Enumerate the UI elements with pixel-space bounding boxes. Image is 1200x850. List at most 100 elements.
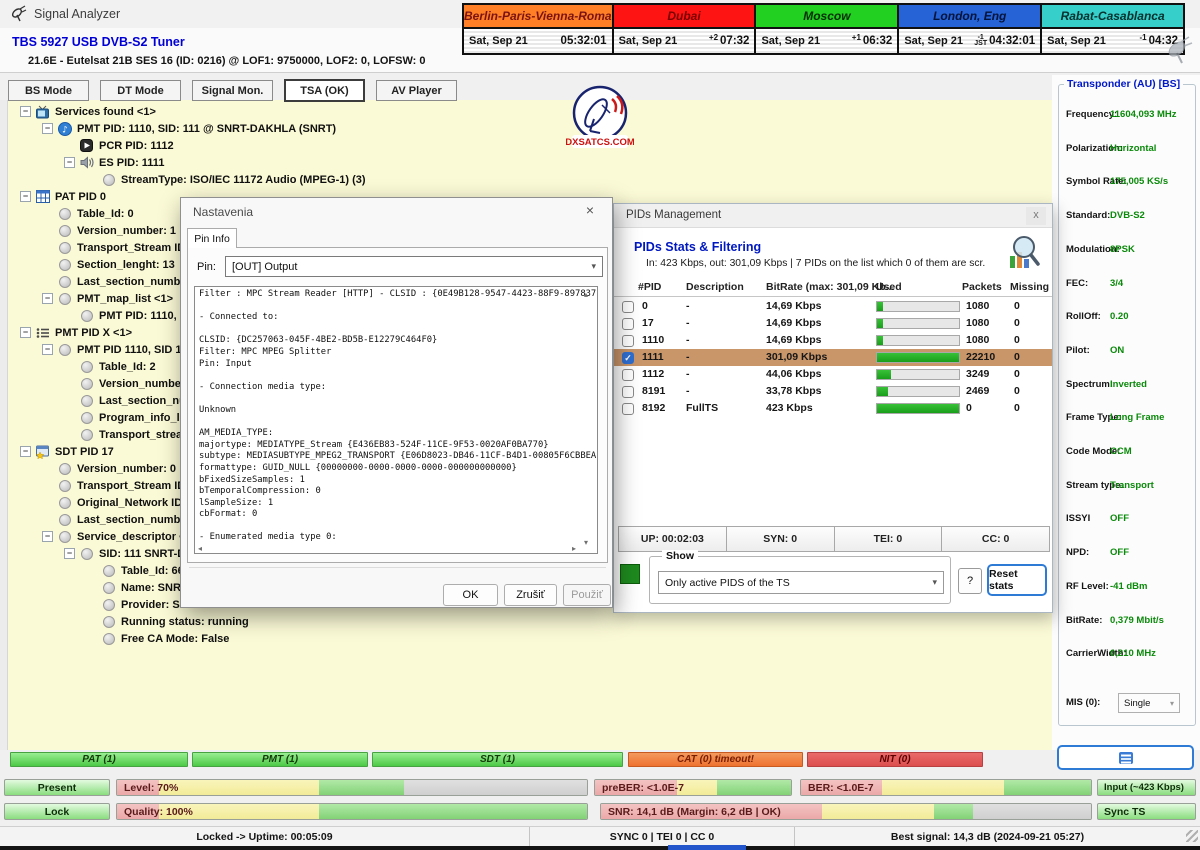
level-label: Level: 70% [124, 782, 178, 794]
left-splitter[interactable] [0, 100, 8, 750]
pid-row[interactable]: 17-14,69 Kbps10800 [614, 315, 1052, 332]
status-sync-counters: SYNC 0 | TEI 0 | CC 0 [530, 827, 795, 846]
tree-item-label: Table_Id: 66 [121, 565, 184, 577]
pid-checkbox[interactable] [622, 318, 634, 330]
tree-item-label: Services found <1> [55, 106, 156, 118]
collapse-icon[interactable]: − [42, 531, 53, 542]
transponder-label: BitRate: [1066, 615, 1102, 626]
transponder-row: Modulation:8PSK [1066, 244, 1190, 258]
chevron-down-icon: ▾ [591, 261, 596, 272]
pids-column-header[interactable]: Packets [962, 281, 1002, 293]
pid-row[interactable]: 1110-14,69 Kbps10800 [614, 332, 1052, 349]
tree-item[interactable]: PCR PID: 1112 [10, 137, 610, 154]
collapse-icon[interactable]: − [20, 327, 31, 338]
collapse-icon[interactable]: − [20, 446, 31, 457]
transponder-row: Code Mode:CCM [1066, 446, 1190, 460]
tab-bs-mode[interactable]: BS Mode [8, 80, 89, 101]
scroll-down-icon[interactable]: ▾ [584, 538, 588, 547]
pin-label: Pin: [197, 261, 216, 273]
ok-button[interactable]: OK [443, 584, 498, 606]
pid-used-bar [876, 318, 960, 329]
transponder-row: Standard:DVB-S2 [1066, 210, 1190, 224]
sdt-icon [35, 445, 50, 459]
pid-missing: 0 [1014, 317, 1020, 329]
tab-tsa-ok-[interactable]: TSA (OK) [284, 79, 365, 102]
collapse-icon[interactable]: − [20, 106, 31, 117]
pid-bitrate: 33,78 Kbps [766, 385, 821, 397]
resize-grip[interactable] [1186, 830, 1198, 842]
chevron-down-icon: ▾ [1170, 699, 1174, 708]
pid-checkbox[interactable] [622, 403, 634, 415]
clock-offset: +1 [852, 33, 861, 42]
clock-time: 07:32 [720, 35, 749, 47]
transponder-row: NPD:OFF [1066, 547, 1190, 561]
pid-row[interactable]: ✓1111-301,09 Kbps222100 [614, 349, 1052, 366]
clock-time: 06:32 [863, 35, 892, 47]
tree-item[interactable]: − Services found <1> [10, 103, 610, 120]
pid-checkbox[interactable] [622, 369, 634, 381]
clock-4: Rabat-CasablancaSat, Sep 21-104:32 [1042, 5, 1183, 53]
pid-checkbox[interactable] [622, 301, 634, 313]
collapse-icon[interactable]: − [64, 157, 75, 168]
scroll-left-icon[interactable]: ◂ [198, 544, 202, 553]
pids-titlebar[interactable]: PIDs Management x [614, 204, 1052, 228]
pids-close-icon[interactable]: x [1026, 207, 1046, 225]
pid-row[interactable]: 8191-33,78 Kbps24690 [614, 383, 1052, 400]
pids-column-header[interactable]: Description [686, 281, 744, 293]
tree-item[interactable]: StreamType: ISO/IEC 11172 Audio (MPEG-1)… [10, 171, 610, 188]
pid-used-bar [876, 403, 960, 414]
collapse-icon[interactable]: − [42, 123, 53, 134]
collapse-icon[interactable]: − [20, 191, 31, 202]
scroll-up-icon[interactable]: ▴ [584, 290, 588, 299]
pid-number: 8191 [642, 385, 665, 397]
pid-checkbox[interactable] [622, 335, 634, 347]
pids-column-header[interactable]: Used [876, 281, 902, 293]
transponder-groupbox: Transponder (AU) [BS] Frequency:11604,09… [1058, 84, 1196, 726]
ts-record-button[interactable] [1057, 745, 1194, 770]
pin-info-textarea[interactable]: Filter : MPC Stream Reader [HTTP] - CLSI… [194, 286, 598, 554]
pid-checkbox[interactable]: ✓ [622, 352, 634, 364]
transponder-row: CarrierWidth:0,210 MHz [1066, 648, 1190, 662]
transponder-label: FEC: [1066, 278, 1088, 289]
tab-dt-mode[interactable]: DT Mode [100, 80, 181, 101]
show-label: Show [662, 550, 698, 562]
clock-city: Dubai [614, 5, 755, 29]
present-indicator: Present [4, 779, 110, 796]
pid-row[interactable]: 1112-44,06 Kbps32490 [614, 366, 1052, 383]
transponder-panel: Transponder (AU) [BS] Frequency:11604,09… [1052, 75, 1200, 750]
pid-checkbox[interactable] [622, 386, 634, 398]
pid-row[interactable]: 8192FullTS423 Kbps00 [614, 400, 1052, 417]
help-button[interactable]: ? [958, 568, 982, 594]
tab-av-player[interactable]: AV Player [376, 80, 457, 101]
tree-item[interactable]: −♪PMT PID: 1110, SID: 111 @ SNRT-DAKHLA … [10, 120, 610, 137]
pid-row[interactable]: 0-14,69 Kbps10800 [614, 298, 1052, 315]
clock-date: Sat, Sep 21 [761, 35, 820, 47]
mis-select[interactable]: Single ▾ [1118, 693, 1180, 713]
collapse-icon[interactable]: − [42, 293, 53, 304]
tree-item[interactable]: −ES PID: 1111 [10, 154, 610, 171]
tree-item[interactable]: Free CA Mode: False [10, 630, 610, 647]
preber-label: preBER: <1.0E-7 [602, 782, 684, 794]
tab-pin-info[interactable]: Pin Info [187, 228, 237, 248]
ball-icon [101, 564, 116, 578]
cancel-button[interactable]: Zrušiť [504, 584, 557, 606]
pin-select[interactable]: [OUT] Output ▾ [225, 256, 603, 277]
tab-signal-mon-[interactable]: Signal Mon. [192, 80, 273, 101]
collapse-icon[interactable]: − [64, 548, 75, 559]
pid-missing: 0 [1014, 334, 1020, 346]
scroll-right-icon[interactable]: ▸ [572, 544, 576, 553]
status-lock-uptime: Locked -> Uptime: 00:05:09 [0, 827, 530, 846]
show-filter-select[interactable]: Only active PIDS of the TS ▾ [658, 571, 944, 594]
clock-1: DubaiSat, Sep 21+207:32 [614, 5, 757, 53]
transponder-row: Spectrum:Inverted [1066, 379, 1190, 393]
apply-button[interactable]: Použiť [563, 584, 611, 606]
pids-column-header[interactable]: Missing [1010, 281, 1049, 293]
pids-column-header[interactable]: #PID [638, 281, 661, 293]
collapse-icon[interactable]: − [42, 344, 53, 355]
reset-stats-button[interactable]: Reset stats [987, 564, 1047, 596]
clock-date: Sat, Sep 21 [469, 35, 528, 47]
pid-description: - [686, 351, 690, 363]
tree-item[interactable]: Running status: running [10, 613, 610, 630]
ber-gauge: BER: <1.0E-7 [800, 779, 1092, 796]
dialog-close-icon[interactable]: × [578, 202, 602, 222]
